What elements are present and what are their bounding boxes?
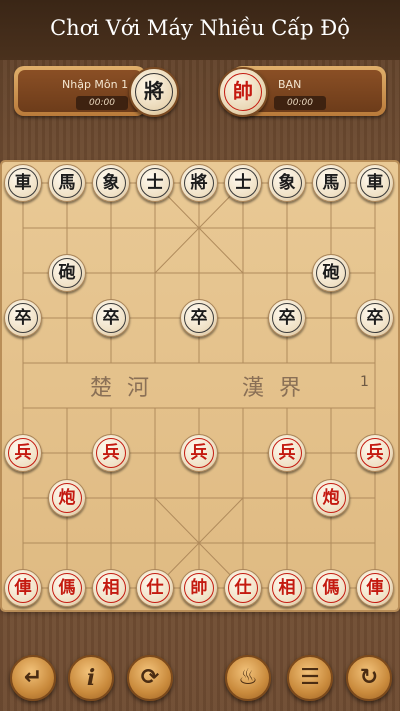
black-chariot[interactable]: 車 xyxy=(4,164,42,202)
lightbulb-icon: ♨ xyxy=(238,665,258,690)
opponent-name: Nhập Môn 1 xyxy=(62,78,129,91)
player-general-char: 帥 xyxy=(233,79,253,103)
piece-char: 砲 xyxy=(322,263,340,283)
opponent-panel: Nhập Môn 1 00:00 xyxy=(14,66,146,116)
player-general-badge: 帥 xyxy=(218,67,268,117)
menu-button[interactable]: ☰ xyxy=(287,655,333,701)
hint-button[interactable]: ♨ xyxy=(225,655,271,701)
piece-char: 俥 xyxy=(14,578,32,598)
river-label-right: 漢 界 xyxy=(242,376,305,401)
info-button[interactable]: i xyxy=(68,655,114,701)
piece-char: 卒 xyxy=(14,308,32,328)
piece-char: 俥 xyxy=(366,578,384,598)
red-advisor[interactable]: 仕 xyxy=(224,569,262,607)
swap-sides-button[interactable]: ⟳ xyxy=(127,655,173,701)
title-bar: Chơi Với Máy Nhiều Cấp Độ xyxy=(0,0,400,60)
restart-button[interactable]: ↻ xyxy=(346,655,392,701)
player-name: BẠN xyxy=(278,78,302,91)
black-cannon[interactable]: 砲 xyxy=(312,254,350,292)
restart-icon: ↻ xyxy=(359,665,379,690)
red-advisor[interactable]: 仕 xyxy=(136,569,174,607)
piece-char: 相 xyxy=(278,578,296,598)
piece-char: 傌 xyxy=(58,578,76,598)
black-horse[interactable]: 馬 xyxy=(312,164,350,202)
red-horse[interactable]: 傌 xyxy=(48,569,86,607)
piece-char: 仕 xyxy=(234,578,252,598)
piece-char: 炮 xyxy=(322,488,340,508)
info-icon: i xyxy=(86,665,96,691)
piece-char: 卒 xyxy=(278,308,296,328)
red-horse[interactable]: 傌 xyxy=(312,569,350,607)
piece-char: 兵 xyxy=(190,443,208,463)
piece-char: 兵 xyxy=(102,443,120,463)
piece-char: 將 xyxy=(190,173,208,193)
red-soldier[interactable]: 兵 xyxy=(268,434,306,472)
black-soldier[interactable]: 卒 xyxy=(4,299,42,337)
piece-char: 士 xyxy=(146,173,164,193)
red-soldier[interactable]: 兵 xyxy=(4,434,42,472)
black-horse[interactable]: 馬 xyxy=(48,164,86,202)
red-chariot[interactable]: 俥 xyxy=(356,569,394,607)
menu-lines-icon: ☰ xyxy=(300,665,320,690)
piece-char: 象 xyxy=(102,173,120,193)
opponent-general-badge: 將 xyxy=(129,67,179,117)
red-elephant[interactable]: 相 xyxy=(92,569,130,607)
piece-char: 卒 xyxy=(190,308,208,328)
piece-char: 馬 xyxy=(322,173,340,193)
rotate-arrows-icon: ⟳ xyxy=(140,665,160,690)
river-label-left: 楚 河 xyxy=(90,376,153,401)
black-soldier[interactable]: 卒 xyxy=(92,299,130,337)
red-cannon[interactable]: 炮 xyxy=(48,479,86,517)
piece-char: 仕 xyxy=(146,578,164,598)
piece-char: 卒 xyxy=(366,308,384,328)
red-soldier[interactable]: 兵 xyxy=(356,434,394,472)
opponent-timer: 00:00 xyxy=(76,96,128,110)
black-soldier[interactable]: 卒 xyxy=(268,299,306,337)
black-soldier[interactable]: 卒 xyxy=(356,299,394,337)
page-title: Chơi Với Máy Nhiều Cấp Độ xyxy=(50,16,350,40)
black-advisor[interactable]: 士 xyxy=(224,164,262,202)
piece-char: 車 xyxy=(366,173,384,193)
red-chariot[interactable]: 俥 xyxy=(4,569,42,607)
red-soldier[interactable]: 兵 xyxy=(180,434,218,472)
undo-button[interactable]: ↵ xyxy=(10,655,56,701)
piece-char: 兵 xyxy=(366,443,384,463)
player-timer: 00:00 xyxy=(274,96,326,110)
xiangqi-board[interactable]: 楚 河 漢 界 1 車 馬 象 士 將 士 象 馬 車砲 砲卒 卒 卒 卒 卒兵 兵 兵 兵 兵炮 炮俥 傌 相 仕 帥 仕 相… xyxy=(2,162,398,610)
black-soldier[interactable]: 卒 xyxy=(180,299,218,337)
black-elephant[interactable]: 象 xyxy=(268,164,306,202)
piece-char: 炮 xyxy=(58,488,76,508)
piece-char: 馬 xyxy=(58,173,76,193)
red-cannon[interactable]: 炮 xyxy=(312,479,350,517)
piece-char: 兵 xyxy=(14,443,32,463)
opponent-general-char: 將 xyxy=(144,79,164,103)
river-move-number: 1 xyxy=(360,374,369,390)
piece-char: 車 xyxy=(14,173,32,193)
black-chariot[interactable]: 車 xyxy=(356,164,394,202)
piece-char: 帥 xyxy=(190,578,208,598)
piece-char: 傌 xyxy=(322,578,340,598)
black-cannon[interactable]: 砲 xyxy=(48,254,86,292)
black-general[interactable]: 將 xyxy=(180,164,218,202)
piece-char: 相 xyxy=(102,578,120,598)
red-soldier[interactable]: 兵 xyxy=(92,434,130,472)
piece-char: 象 xyxy=(278,173,296,193)
piece-char: 士 xyxy=(234,173,252,193)
piece-char: 兵 xyxy=(278,443,296,463)
piece-char: 砲 xyxy=(58,263,76,283)
red-elephant[interactable]: 相 xyxy=(268,569,306,607)
board-grid xyxy=(22,182,376,589)
return-arrow-icon: ↵ xyxy=(23,665,43,690)
red-general[interactable]: 帥 xyxy=(180,569,218,607)
black-advisor[interactable]: 士 xyxy=(136,164,174,202)
black-elephant[interactable]: 象 xyxy=(92,164,130,202)
piece-char: 卒 xyxy=(102,308,120,328)
